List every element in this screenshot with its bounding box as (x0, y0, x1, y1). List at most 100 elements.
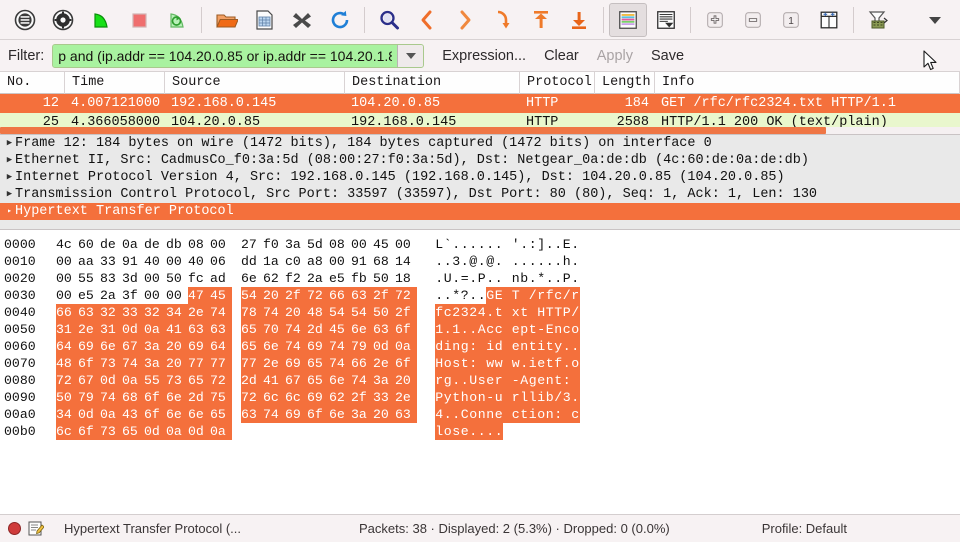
hex-ascii-char[interactable]: : (562, 372, 571, 389)
hex-byte[interactable]: 45 (329, 321, 351, 338)
hex-ascii-char[interactable]: t (554, 372, 563, 389)
hex-byte[interactable]: de (144, 236, 166, 253)
hex-ascii-char[interactable]: . (554, 253, 563, 270)
hex-ascii-char[interactable]: H (435, 355, 444, 372)
column-header-destination[interactable]: Destination (345, 72, 520, 94)
hex-byte[interactable]: 40 (188, 253, 210, 270)
capture-filters-icon[interactable] (859, 3, 897, 37)
hex-byte[interactable]: 91 (351, 253, 373, 270)
hex-byte[interactable]: 79 (351, 338, 373, 355)
hex-ascii-char[interactable]: : (469, 338, 478, 355)
hex-ascii-char[interactable]: . (469, 287, 478, 304)
hex-byte[interactable]: 41 (263, 372, 285, 389)
hex-byte[interactable]: 33 (122, 304, 144, 321)
hex-ascii-char[interactable]: n (512, 270, 521, 287)
hex-byte[interactable]: 74 (100, 389, 122, 406)
hex-ascii-char[interactable]: n (545, 406, 554, 423)
hex-ascii-char[interactable]: e (486, 372, 495, 389)
hex-ascii-char[interactable]: E (563, 236, 572, 253)
hex-byte[interactable]: 6f (307, 406, 329, 423)
hex-byte[interactable]: 47 (188, 287, 210, 304)
hex-byte[interactable]: 63 (373, 321, 395, 338)
hex-ascii-char[interactable]: - (486, 389, 495, 406)
hex-ascii-char[interactable]: E (494, 287, 503, 304)
hex-ascii-char[interactable]: t (528, 338, 537, 355)
expert-error-icon[interactable] (8, 522, 21, 535)
hex-ascii-char[interactable]: . (478, 253, 487, 270)
hex-byte[interactable]: 34 (166, 304, 188, 321)
hex-byte[interactable]: 69 (285, 406, 307, 423)
hex-byte[interactable]: 65 (241, 321, 263, 338)
hex-byte[interactable]: 6c (56, 423, 78, 440)
hex-ascii-char[interactable]: g (460, 338, 469, 355)
hex-byte[interactable]: 6c (263, 389, 285, 406)
hex-ascii-char[interactable]: . (571, 338, 580, 355)
hex-byte[interactable]: 74 (285, 321, 307, 338)
hex-ascii-char[interactable]: A (520, 372, 529, 389)
hex-byte[interactable]: 6f (395, 355, 417, 372)
hex-ascii-char[interactable]: g (528, 372, 537, 389)
hex-ascii-char[interactable]: . (495, 253, 504, 270)
hex-byte[interactable]: 6f (144, 389, 166, 406)
zoom-in-icon[interactable] (696, 3, 734, 37)
hex-ascii-char[interactable]: . (444, 287, 453, 304)
hex-ascii-char[interactable]: y (554, 338, 563, 355)
expand-arrow-icon[interactable]: ▶ (4, 186, 15, 203)
hex-byte[interactable]: 20 (373, 406, 395, 423)
expand-arrow-icon[interactable]: ▶ (4, 169, 15, 186)
hex-byte[interactable]: 3f (122, 287, 144, 304)
hex-ascii-char[interactable]: 4 (435, 406, 444, 423)
hex-ascii-char[interactable]: e (537, 372, 546, 389)
hex-byte[interactable]: 2e (188, 304, 210, 321)
hex-byte[interactable]: 63 (241, 406, 263, 423)
table-row[interactable]: 12 4.007121000 192.168.0.145 104.20.0.85… (0, 94, 960, 113)
hex-byte[interactable]: 45 (373, 236, 395, 253)
hex-byte[interactable]: 55 (144, 372, 166, 389)
hex-byte[interactable]: 73 (100, 355, 122, 372)
hex-ascii-char[interactable]: E (545, 321, 554, 338)
hex-ascii-char[interactable]: ] (537, 236, 546, 253)
hex-ascii-char[interactable]: c (571, 406, 580, 423)
hex-byte[interactable]: 72 (241, 389, 263, 406)
packet-bytes-pane[interactable]: 0000 4c 60 de 0a de db 08 00 27 f0 3a 5d 08 00 45 00 L `..… (0, 229, 960, 514)
hex-ascii-char[interactable]: i (528, 406, 537, 423)
hex-ascii-char[interactable]: . (435, 270, 444, 287)
hex-ascii-char[interactable]: 4 (477, 304, 486, 321)
hex-byte[interactable]: 6e (329, 406, 351, 423)
go-to-first-icon[interactable] (522, 3, 560, 37)
hex-byte[interactable]: 73 (166, 372, 188, 389)
hex-byte[interactable]: 0d (144, 423, 166, 440)
hex-ascii-char[interactable]: - (537, 321, 546, 338)
hex-ascii-char[interactable]: . (494, 423, 503, 440)
hex-byte[interactable]: 43 (122, 406, 144, 423)
hex-ascii-char[interactable]: c (486, 321, 495, 338)
hex-ascii-char[interactable]: . (562, 338, 571, 355)
hex-ascii-char[interactable]: . (477, 423, 486, 440)
capture-comment-icon[interactable] (28, 521, 45, 536)
hex-ascii-char[interactable]: . (562, 355, 571, 372)
hex-ascii-char[interactable]: s (452, 355, 461, 372)
hex-ascii-char[interactable]: / (571, 304, 580, 321)
hex-byte[interactable]: 55 (78, 270, 100, 287)
hex-byte[interactable]: 0a (100, 406, 122, 423)
hex-ascii-char[interactable]: o (469, 389, 478, 406)
hex-byte[interactable]: 0d (373, 338, 395, 355)
hex-byte[interactable]: 69 (78, 338, 100, 355)
hex-byte[interactable]: 48 (307, 304, 329, 321)
hex-ascii-char[interactable]: g (443, 372, 452, 389)
hex-byte[interactable]: 00 (56, 270, 78, 287)
hex-byte[interactable]: 74 (263, 304, 285, 321)
hex-ascii-char[interactable]: P (435, 389, 444, 406)
hex-ascii-char[interactable]: . (486, 236, 495, 253)
hex-ascii-char[interactable]: . (571, 389, 580, 406)
hex-ascii-char[interactable]: u (494, 389, 503, 406)
hex-ascii-char[interactable]: . (554, 236, 563, 253)
hex-ascii-char[interactable]: P (478, 270, 487, 287)
interfaces-icon[interactable] (6, 3, 44, 37)
hex-byte[interactable]: 72 (56, 372, 78, 389)
detail-row[interactable]: ▸ Hypertext Transfer Protocol (0, 203, 960, 220)
hex-ascii-char[interactable]: . (486, 270, 495, 287)
expand-arrow-icon[interactable]: ▶ (4, 135, 15, 152)
hex-ascii-char[interactable]: w (494, 355, 503, 372)
hex-ascii-char[interactable]: e (511, 321, 520, 338)
